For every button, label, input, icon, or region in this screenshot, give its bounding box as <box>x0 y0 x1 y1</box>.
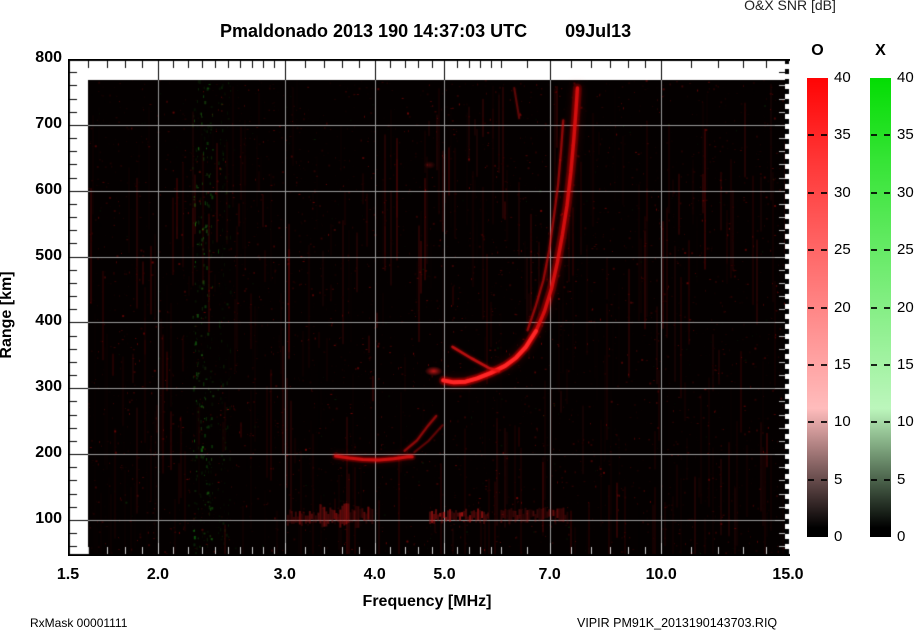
colorbar-tick-dash <box>884 306 890 309</box>
x-tick-label: 2.0 <box>146 566 170 583</box>
colorbar-tick-dash <box>821 363 827 366</box>
colorbar-tick-label: 25 <box>897 241 914 259</box>
x-tick-label: 5.0 <box>433 566 456 583</box>
ionogram-plot <box>68 59 790 556</box>
colorbar-tick-label: 10 <box>834 413 851 431</box>
colorbar-o-header: O <box>811 42 824 59</box>
x-tick-label: 7.0 <box>538 566 561 583</box>
colorbar-tick-dash <box>821 134 827 137</box>
x-tick-label: 1.5 <box>56 566 80 583</box>
y-tick-label: 500 <box>35 246 62 264</box>
colorbar-tick-dash <box>808 249 814 252</box>
y-tick-label: 400 <box>35 312 62 330</box>
colorbar-tick-label: 25 <box>834 241 851 259</box>
x-tick-label: 10.0 <box>645 566 677 583</box>
x-axis-label: Frequency [MHz] <box>362 593 492 610</box>
rxmask-text: RxMask 00001111 <box>30 616 128 630</box>
colorbar-tick-dash <box>808 306 814 309</box>
colorbar-tick-dash <box>871 134 877 137</box>
colorbar-tick-dash <box>808 134 814 137</box>
colorbar-tick-label: 30 <box>834 183 851 201</box>
colorbar-tick-dash <box>821 191 827 194</box>
colorbar-tick-label: 15 <box>834 355 851 373</box>
colorbar-tick-dash <box>884 191 890 194</box>
y-tick-label: 100 <box>35 509 62 527</box>
colorbar-tick-dash <box>871 191 877 194</box>
colorbar-tick-dash <box>884 363 890 366</box>
colorbar-x-header: X <box>875 42 886 59</box>
colorbar-tick-label: 30 <box>897 183 914 201</box>
colorbar-tick-dash <box>808 363 814 366</box>
colorbar-tick-dash <box>808 478 814 481</box>
colorbar-tick-label: 40 <box>834 69 851 86</box>
y-tick-label: 700 <box>35 114 62 132</box>
colorbar-tick-dash <box>871 306 877 309</box>
colorbar-tick-dash <box>884 421 890 424</box>
colorbar-tick-label: 0 <box>834 528 843 545</box>
file-id-text: VIPIR PM91K_2013190143703.RIQ <box>577 616 778 630</box>
colorbar-tick-dash <box>871 478 877 481</box>
colorbar-tick-dash <box>821 306 827 309</box>
colorbar-tick-label: 35 <box>834 126 851 144</box>
colorbar-tick-label: 0 <box>897 528 906 545</box>
x-tick-label: 15.0 <box>772 566 804 583</box>
x-tick-label: 3.0 <box>273 566 296 583</box>
colorbar-tick-label: 15 <box>897 355 914 373</box>
colorbar-tick-dash <box>871 249 877 252</box>
colorbar-tick-label: 35 <box>897 126 914 144</box>
colorbar-tick-dash <box>821 478 827 481</box>
colorbar-tick-dash <box>871 421 877 424</box>
colorbar-tick-label: 5 <box>834 470 843 488</box>
y-tick-label: 800 <box>35 49 62 66</box>
colorbar-tick-dash <box>821 421 827 424</box>
page-title: Pmaldonado 2013 190 14:37:03 UTC 09Jul13 <box>220 21 631 42</box>
colorbar-tick-label: 10 <box>897 413 914 431</box>
colorbar-tick-dash <box>821 249 827 252</box>
colorbar-tick-dash <box>884 249 890 252</box>
colorbar-tick-dash <box>884 478 890 481</box>
x-tick-label: 4.0 <box>363 566 386 583</box>
y-tick-label: 600 <box>35 180 62 198</box>
colorbar-tick-label: 5 <box>897 470 906 488</box>
colorbar-tick-dash <box>808 191 814 194</box>
title-station-time: Pmaldonado 2013 190 14:37:03 UTC <box>220 21 528 41</box>
colorbar-tick-dash <box>884 134 890 137</box>
title-date: 09Jul13 <box>565 21 632 41</box>
colorbar-tick-label: 20 <box>834 298 851 316</box>
y-tick-label: 200 <box>35 444 62 462</box>
colorbar-tick-dash <box>808 421 814 424</box>
y-tick-label: 300 <box>35 378 62 396</box>
colorbar-tick-label: 40 <box>897 69 914 86</box>
colorbar-tick-dash <box>871 363 877 366</box>
colorbar-tick-label: 20 <box>897 298 914 316</box>
colorbar-title: O&X SNR [dB] <box>744 0 836 13</box>
